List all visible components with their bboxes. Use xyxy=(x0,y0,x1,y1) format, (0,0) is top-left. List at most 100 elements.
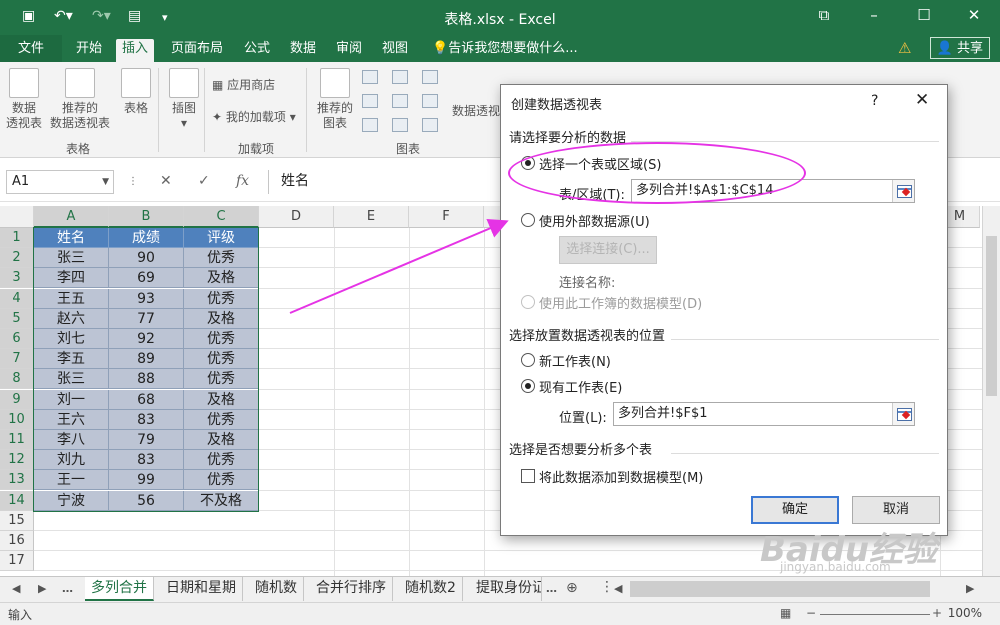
row-header[interactable]: 6 xyxy=(0,329,34,349)
select-all-corner[interactable] xyxy=(0,206,34,228)
row-header[interactable]: 13 xyxy=(0,470,34,491)
row-header[interactable]: 15 xyxy=(0,510,34,531)
row-header[interactable]: 9 xyxy=(0,389,34,410)
row-header[interactable]: 11 xyxy=(0,430,34,450)
sheet-tab[interactable]: 随机数2 xyxy=(399,577,463,601)
minimize-icon[interactable]: – xyxy=(862,6,886,24)
tab-view[interactable]: 视图 xyxy=(376,39,414,62)
cancel-icon[interactable]: ✕ xyxy=(160,173,172,189)
row-header[interactable]: 2 xyxy=(0,248,34,269)
illustrations-button[interactable]: 插图 ▾ xyxy=(164,68,204,131)
row-header[interactable]: 7 xyxy=(0,349,34,370)
column-header[interactable]: F xyxy=(409,206,484,228)
zoom-slider[interactable] xyxy=(820,614,930,615)
row-header[interactable]: 17 xyxy=(0,551,34,572)
column-header[interactable]: E xyxy=(334,206,409,228)
help-button[interactable]: ? xyxy=(871,93,878,109)
insert-function-icon[interactable]: fx xyxy=(236,173,249,189)
column-header[interactable]: A xyxy=(34,206,109,228)
hierarchy-chart-icon[interactable] xyxy=(392,70,408,84)
radio-existing-worksheet[interactable] xyxy=(521,379,535,393)
divider-handle-icon[interactable]: ⋮ xyxy=(600,579,614,595)
column-header[interactable]: D xyxy=(259,206,334,228)
recommended-pivot-button[interactable]: 推荐的 数据透视表 xyxy=(48,68,112,131)
row-header[interactable]: 14 xyxy=(0,490,34,511)
tab-page-layout[interactable]: 页面布局 xyxy=(165,39,229,62)
my-addins-button[interactable]: ✦ 我的加载项 ▾ xyxy=(212,108,296,125)
enter-icon[interactable]: ✓ xyxy=(198,173,210,189)
close-dialog-button[interactable]: ✕ xyxy=(915,90,929,110)
maximize-icon[interactable]: ☐ xyxy=(912,6,936,24)
warning-icon[interactable]: ⚠ xyxy=(898,39,911,57)
name-box[interactable]: A1 ▼ xyxy=(6,170,114,194)
location-input[interactable]: 多列合并!$F$1 xyxy=(613,402,915,426)
sheet-tab[interactable]: 随机数 xyxy=(249,577,304,601)
column-chart-icon[interactable] xyxy=(362,70,378,84)
location-picker-icon[interactable] xyxy=(892,403,914,425)
tab-file[interactable]: 文件 xyxy=(0,35,63,62)
row-header[interactable]: 3 xyxy=(0,268,34,289)
prev-sheet-icon[interactable]: ◀ xyxy=(12,582,20,595)
ok-button[interactable]: 确定 xyxy=(751,496,839,524)
sheet-tab[interactable]: 日期和星期 xyxy=(160,577,243,601)
radio-data-model-label[interactable]: 使用此工作簿的数据模型(D) xyxy=(539,293,702,312)
pivot-chart-button[interactable]: 数据透视 xyxy=(452,102,500,119)
scroll-left-icon[interactable]: ◀ xyxy=(614,582,622,595)
row-header[interactable]: 8 xyxy=(0,369,34,390)
sheet-tab[interactable]: 提取身份证 xyxy=(470,577,542,601)
chevron-down-icon[interactable]: ▼ xyxy=(102,171,109,193)
sheet-tab[interactable]: 合并行排序 xyxy=(310,577,393,601)
zoom-in-icon[interactable]: + xyxy=(932,606,942,620)
choose-connection-button[interactable]: 选择连接(C)... xyxy=(559,236,657,264)
tell-me-search[interactable]: 💡告诉我您想要做什么... xyxy=(426,39,584,62)
waterfall-chart-icon[interactable] xyxy=(422,70,438,84)
horizontal-scrollbar-thumb[interactable] xyxy=(630,581,930,597)
radio-external-source-label[interactable]: 使用外部数据源(U) xyxy=(539,211,650,230)
sheet-tab[interactable]: 多列合并 xyxy=(85,577,154,601)
row-header[interactable]: 5 xyxy=(0,308,34,329)
zoom-out-icon[interactable]: − xyxy=(806,606,816,620)
radio-new-worksheet[interactable] xyxy=(521,353,535,367)
tab-review[interactable]: 审阅 xyxy=(330,39,368,62)
close-window-icon[interactable]: ✕ xyxy=(962,6,986,24)
row-header[interactable]: 1 xyxy=(0,228,34,248)
recommended-charts-button[interactable]: 推荐的 图表 xyxy=(312,68,358,131)
tab-insert[interactable]: 插入 xyxy=(116,39,155,62)
line-chart-icon[interactable] xyxy=(362,94,378,108)
table-button[interactable]: 表格 xyxy=(116,68,156,116)
normal-view-icon[interactable]: ▦ xyxy=(780,606,791,620)
share-button[interactable]: 👤 共享 xyxy=(929,37,990,59)
pie-chart-icon[interactable] xyxy=(362,118,378,132)
range-picker-icon[interactable] xyxy=(892,180,914,202)
pivot-table-button[interactable]: 数据 透视表 xyxy=(4,68,44,131)
tab-home[interactable]: 开始 xyxy=(70,39,108,62)
row-header[interactable]: 12 xyxy=(0,450,34,471)
column-header[interactable]: C xyxy=(184,206,259,228)
radio-data-model[interactable] xyxy=(521,295,535,309)
cancel-button[interactable]: 取消 xyxy=(852,496,940,524)
more-sheets-icon[interactable]: … xyxy=(546,582,557,595)
ribbon-display-icon[interactable]: ⧉ xyxy=(812,6,836,24)
row-header[interactable]: 10 xyxy=(0,409,34,430)
tab-data[interactable]: 数据 xyxy=(284,39,322,62)
row-header[interactable]: 16 xyxy=(0,531,34,551)
scatter-chart-icon[interactable] xyxy=(392,118,408,132)
column-header[interactable]: B xyxy=(109,206,184,228)
more-sheets-icon[interactable]: … xyxy=(62,582,73,595)
surface-chart-icon[interactable] xyxy=(422,118,438,132)
combo-chart-icon[interactable] xyxy=(422,94,438,108)
radio-external-source[interactable] xyxy=(521,213,535,227)
tab-formulas[interactable]: 公式 xyxy=(238,39,276,62)
row-header[interactable]: 4 xyxy=(0,288,34,309)
scrollbar-thumb[interactable] xyxy=(986,236,997,396)
app-store-button[interactable]: ▦ 应用商店 xyxy=(212,76,275,93)
radio-existing-worksheet-label[interactable]: 现有工作表(E) xyxy=(539,377,622,396)
add-sheet-icon[interactable]: ⊕ xyxy=(566,580,578,596)
next-sheet-icon[interactable]: ▶ xyxy=(38,582,46,595)
vertical-scrollbar[interactable] xyxy=(982,206,1000,578)
add-to-data-model-checkbox[interactable] xyxy=(521,469,535,483)
radio-new-worksheet-label[interactable]: 新工作表(N) xyxy=(539,351,611,370)
scroll-right-icon[interactable]: ▶ xyxy=(966,582,974,595)
add-to-data-model-label[interactable]: 将此数据添加到数据模型(M) xyxy=(539,467,703,486)
statistic-chart-icon[interactable] xyxy=(392,94,408,108)
